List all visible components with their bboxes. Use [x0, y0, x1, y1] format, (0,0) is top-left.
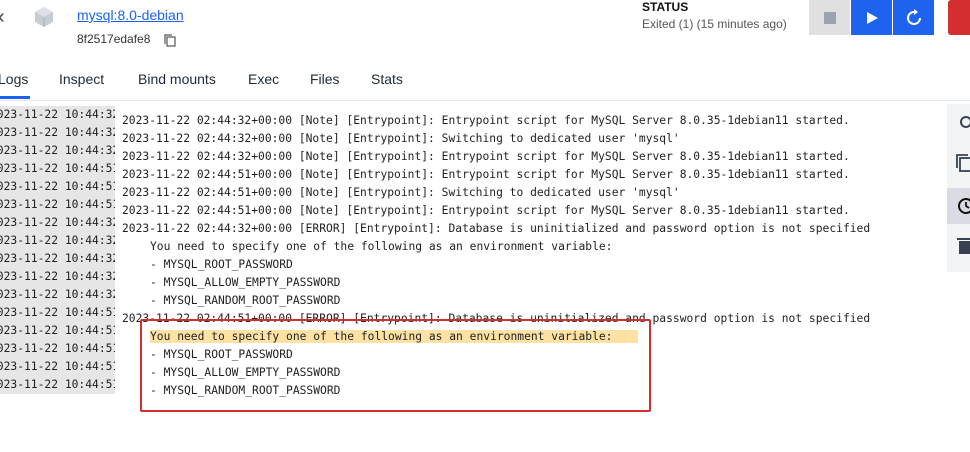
log-timestamp: 2023-11-22 10:44:51 — [0, 178, 115, 196]
log-line: 2023-11-22 10:44:32- MYSQL_ROOT_PASSWORD — [0, 250, 870, 271]
stop-button[interactable] — [809, 0, 850, 35]
log-timestamp: 2023-11-22 10:44:32 — [0, 250, 115, 268]
copy-logs-icon[interactable] — [956, 153, 970, 173]
status-label: STATUS — [642, 0, 689, 14]
log-line: 2023-11-22 10:44:322023-11-22 02:44:32+0… — [0, 106, 870, 127]
status-value: Exited (1) (15 minutes ago) — [642, 17, 787, 31]
timestamp-clock-icon[interactable] — [956, 196, 970, 216]
tab-exec[interactable]: Exec — [248, 71, 279, 87]
search-icon[interactable] — [956, 113, 970, 133]
log-timestamp: 2023-11-22 10:44:32 — [0, 124, 115, 142]
log-line: 2023-11-22 10:44:32- MYSQL_ALLOW_EMPTY_P… — [0, 268, 870, 289]
log-line: 2023-11-22 10:44:512023-11-22 02:44:51+0… — [0, 196, 870, 217]
active-tab-indicator — [0, 96, 30, 99]
container-id: 8f2517edafe8 — [77, 32, 151, 46]
log-timestamp: 2023-11-22 10:44:51 — [0, 358, 115, 376]
log-timestamp: 2023-11-22 10:44:32 — [0, 214, 115, 232]
delete-button[interactable] — [948, 0, 970, 35]
log-timestamp: 2023-11-22 10:44:32 — [0, 268, 115, 286]
container-cube-icon — [35, 7, 53, 27]
tab-inspect[interactable]: Inspect — [59, 71, 104, 87]
tab-bind-mounts[interactable]: Bind mounts — [138, 71, 216, 87]
log-timestamp: 2023-11-22 10:44:51 — [0, 160, 115, 178]
log-line: 2023-11-22 10:44:512023-11-22 02:44:51+0… — [0, 160, 870, 181]
container-header: ‹ mysql:8.0-debian 8f2517edafe8 STATUS E… — [0, 0, 970, 58]
restart-button[interactable] — [893, 0, 934, 35]
tab-files[interactable]: Files — [310, 71, 340, 87]
image-link[interactable]: mysql:8.0-debian — [77, 7, 184, 23]
play-icon — [866, 11, 878, 24]
back-chevron-icon[interactable]: ‹ — [0, 6, 5, 29]
start-button[interactable] — [851, 0, 892, 35]
log-line: 2023-11-22 10:44:322023-11-22 02:44:32+0… — [0, 142, 870, 163]
log-timestamp: 2023-11-22 10:44:32 — [0, 286, 115, 304]
log-timestamp: 2023-11-22 10:44:32 — [0, 142, 115, 160]
tab-bar: Logs Inspect Bind mounts Exec Files Stat… — [0, 58, 970, 101]
restart-icon — [906, 8, 921, 25]
stop-icon — [823, 11, 836, 24]
log-line: 2023-11-22 10:44:32You need to specify o… — [0, 232, 870, 253]
copy-icon[interactable] — [164, 34, 176, 47]
log-timestamp: 2023-11-22 10:44:51 — [0, 322, 115, 340]
log-timestamp: 2023-11-22 10:44:32 — [0, 106, 115, 124]
log-timestamp: 2023-11-22 10:44:32 — [0, 232, 115, 250]
log-line: 2023-11-22 10:44:512023-11-22 02:44:51+0… — [0, 178, 870, 199]
tab-logs[interactable]: Logs — [0, 71, 28, 87]
log-timestamp: 2023-11-22 10:44:51 — [0, 304, 115, 322]
log-line: 2023-11-22 10:44:322023-11-22 02:44:32+0… — [0, 214, 870, 235]
log-line: 2023-11-22 10:44:32- MYSQL_RANDOM_ROOT_P… — [0, 286, 870, 307]
log-timestamp: 2023-11-22 10:44:51 — [0, 340, 115, 358]
log-line: 2023-11-22 10:44:322023-11-22 02:44:32+0… — [0, 124, 870, 145]
tab-stats[interactable]: Stats — [371, 71, 403, 87]
annotation-red-box — [140, 319, 651, 412]
log-timestamp: 2023-11-22 10:44:51 — [0, 376, 115, 394]
trash-icon[interactable] — [956, 235, 970, 255]
log-timestamp: 2023-11-22 10:44:51 — [0, 196, 115, 214]
